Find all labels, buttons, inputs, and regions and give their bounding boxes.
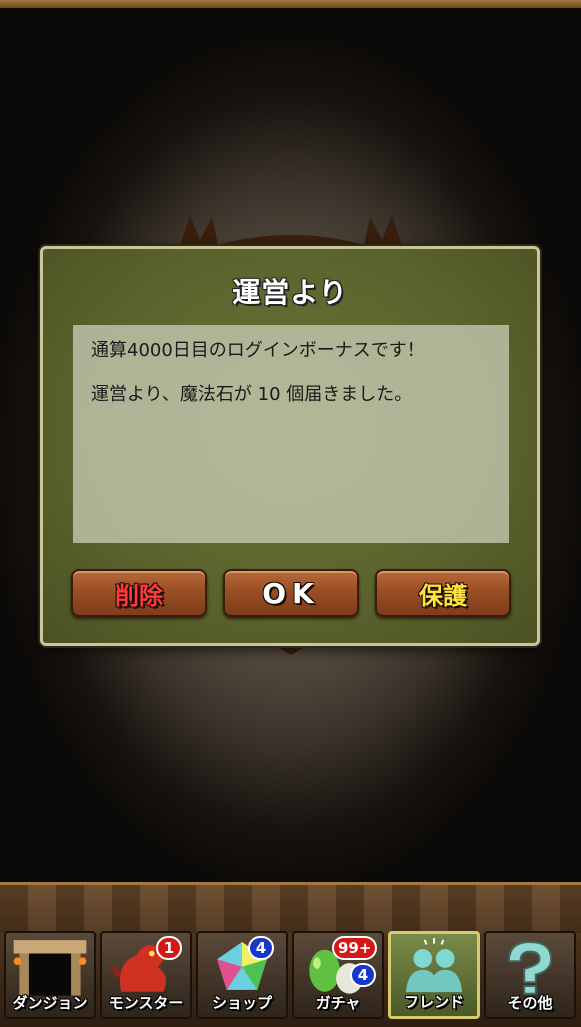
nav-item-friend[interactable]: フレンド (388, 931, 480, 1019)
gacha-badge-top: 99+ (332, 936, 378, 960)
shop-badge: 4 (248, 936, 274, 960)
nav-item-shop[interactable]: 4 ショップ (196, 931, 288, 1019)
notice-dialog: 運営より 通算4000日目のログインボーナスです！ 運営より、魔法石が 10 個… (40, 246, 540, 646)
nav-item-monster[interactable]: 1 モンスター (100, 931, 192, 1019)
bottom-nav: ダンジョン 1 モンスター 4 ショップ 99+ 4 ガチャ フレンド その他 (0, 882, 581, 1027)
delete-button[interactable]: 削除 (71, 569, 207, 617)
message-line-1: 通算4000日目のログインボーナスです！ (91, 340, 425, 361)
top-border (0, 0, 581, 8)
ok-button[interactable]: OK (223, 569, 359, 617)
protect-button[interactable]: 保護 (375, 569, 511, 617)
monster-badge: 1 (156, 936, 182, 960)
friends-icon (405, 937, 463, 993)
nav-item-dungeon[interactable]: ダンジョン (4, 931, 96, 1019)
question-icon (507, 941, 553, 995)
nav-label-other: その他 (507, 994, 553, 1012)
nav-label-shop: ショップ (211, 994, 272, 1012)
nav-pattern (0, 885, 581, 933)
dialog-title: 運営より (232, 276, 348, 309)
gacha-badge: 4 (350, 963, 376, 987)
nav-item-other[interactable]: その他 (484, 931, 576, 1019)
nav-label-dungeon: ダンジョン (12, 994, 88, 1012)
message-line-2: 運営より、魔法石が 10 個届きました。 (91, 384, 413, 405)
nav-item-gacha[interactable]: 99+ 4 ガチャ (292, 931, 384, 1019)
dungeon-gate-icon (13, 940, 87, 996)
nav-label-friend: フレンド (403, 993, 464, 1011)
nav-label-gacha: ガチャ (315, 994, 361, 1012)
nav-label-monster: モンスター (108, 994, 184, 1012)
message-box: 通算4000日目のログインボーナスです！ 運営より、魔法石が 10 個届きました… (73, 325, 509, 543)
